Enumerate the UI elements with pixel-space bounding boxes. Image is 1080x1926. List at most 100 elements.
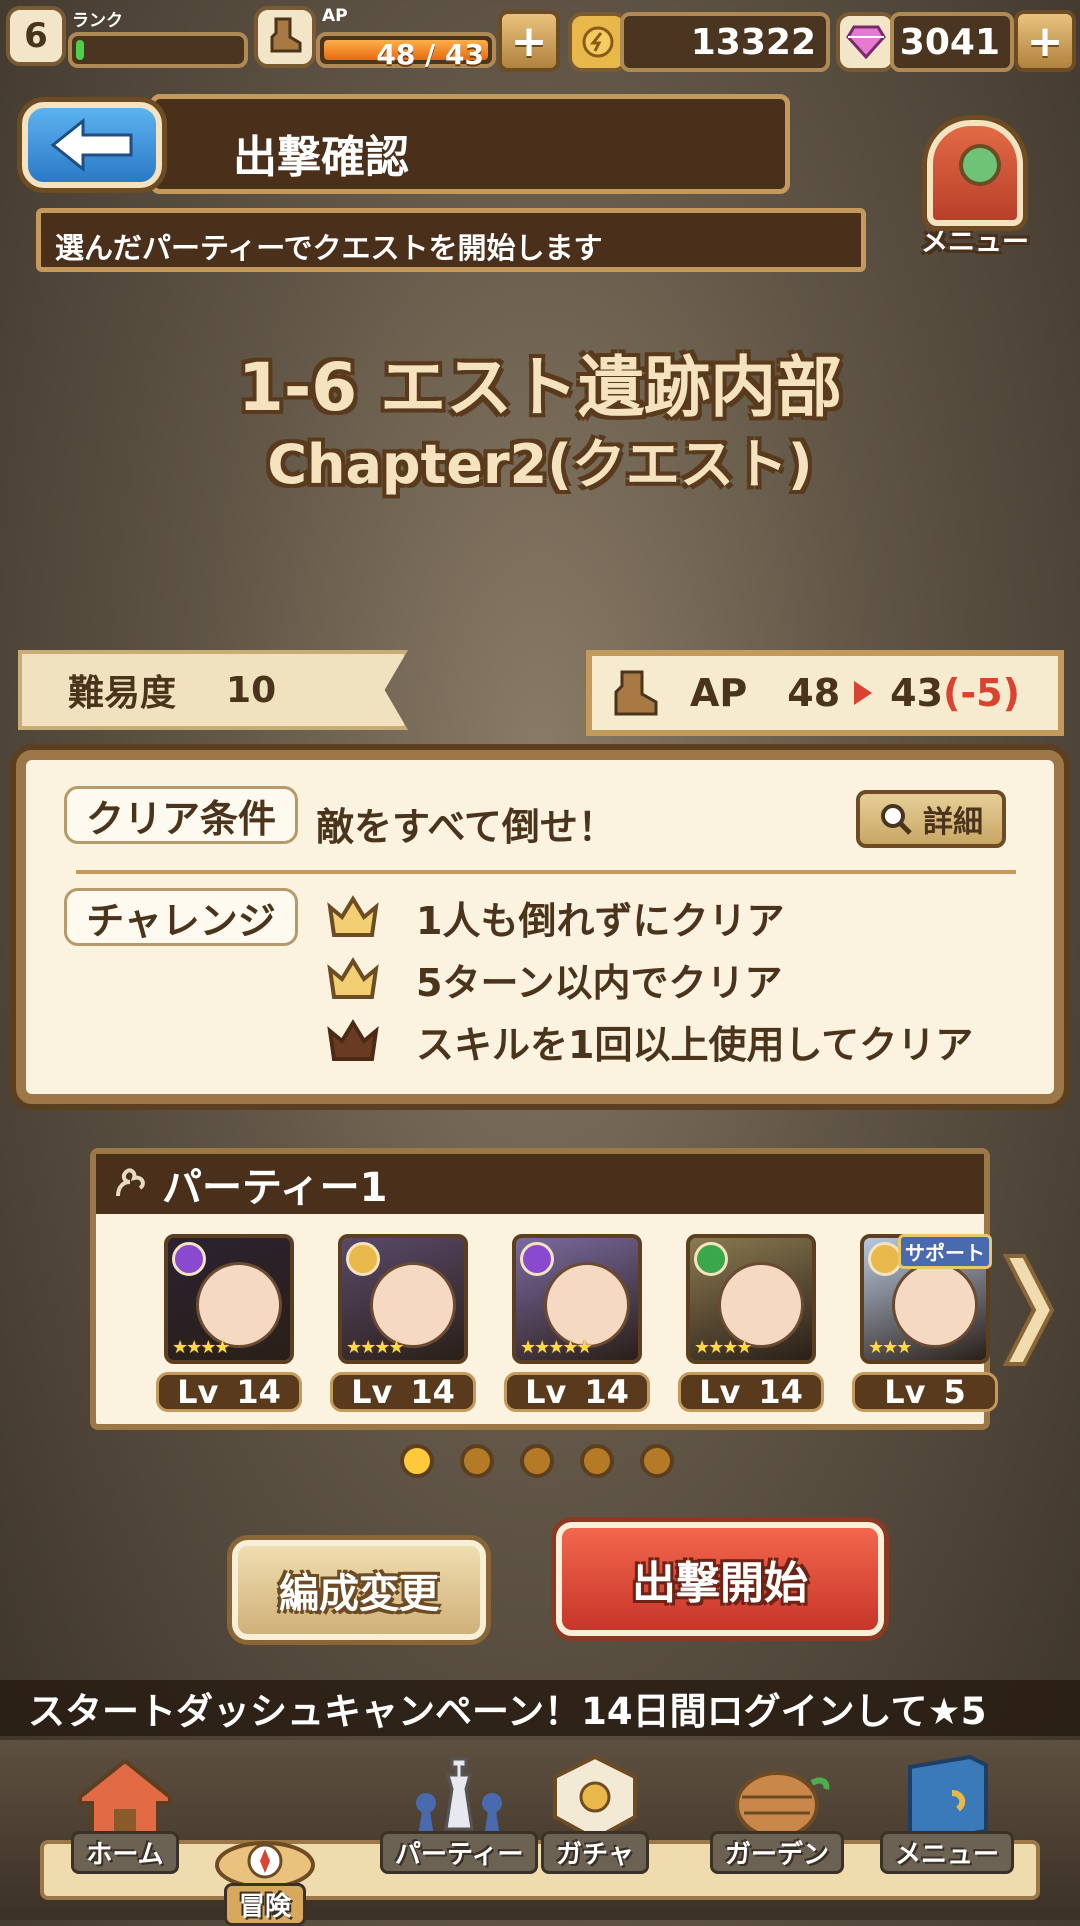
nav-item[interactable]: パーティー bbox=[380, 1753, 539, 1874]
start-sortie-button[interactable]: 出撃開始 bbox=[556, 1522, 884, 1636]
page-dot[interactable] bbox=[400, 1444, 434, 1478]
back-button[interactable] bbox=[22, 102, 162, 188]
rarity-stars: ★★★★★ bbox=[520, 1337, 593, 1358]
ap-cost-box: AP 48 43 (-5) bbox=[586, 650, 1064, 736]
difficulty-value: 10 bbox=[226, 669, 277, 711]
challenge-list: 1人も倒れずにクリア 5ターン以内でクリア スキルを1回以上使用してクリア bbox=[326, 886, 973, 1072]
nav-item[interactable]: 冒険 bbox=[210, 1805, 320, 1926]
party-member-slot[interactable]: ★★★★★ Lv 14 bbox=[504, 1234, 650, 1412]
level-label: Lv bbox=[177, 1373, 219, 1411]
character-portrait[interactable]: ★★★★ bbox=[164, 1234, 294, 1364]
party-member-slot[interactable]: ★★★★ Lv 14 bbox=[156, 1234, 302, 1412]
arrow-right-icon bbox=[854, 681, 873, 705]
nav-item[interactable]: ホーム bbox=[70, 1753, 180, 1874]
gold-value: 13322 bbox=[690, 21, 816, 63]
level-badge: Lv 5 bbox=[852, 1372, 998, 1412]
crown-icon-unachieved bbox=[327, 1019, 379, 1061]
rarity-stars: ★★★★ bbox=[694, 1337, 753, 1358]
page-dot[interactable] bbox=[640, 1444, 674, 1478]
character-face bbox=[544, 1262, 630, 1348]
nav-item[interactable]: ガチャ bbox=[540, 1753, 650, 1874]
character-portrait[interactable]: ★★★★★ bbox=[512, 1234, 642, 1364]
party-header: パーティー1 bbox=[96, 1154, 984, 1214]
door-icon bbox=[927, 120, 1023, 226]
character-face bbox=[370, 1262, 456, 1348]
gem-plus-button[interactable]: + bbox=[1014, 10, 1076, 72]
party-member-slot[interactable]: ★★★★ Lv 14 bbox=[678, 1234, 824, 1412]
level-label: Lv bbox=[525, 1373, 567, 1411]
party-name: パーティー1 bbox=[162, 1165, 388, 1211]
house-icon bbox=[78, 1758, 172, 1839]
page-dot[interactable] bbox=[460, 1444, 494, 1478]
challenge-item: 1人も倒れずにクリア bbox=[326, 886, 973, 948]
rank-value: 6 bbox=[24, 16, 48, 56]
level-label: Lv bbox=[699, 1373, 741, 1411]
detail-button[interactable]: 詳細 bbox=[856, 790, 1006, 848]
news-ticker[interactable]: スタートダッシュキャンペーン！14日間ログインして★5 bbox=[0, 1680, 1080, 1736]
attribute-icon bbox=[868, 1242, 902, 1276]
edit-party-label: 編成変更 bbox=[279, 1571, 439, 1617]
detail-button-label: 詳細 bbox=[923, 805, 983, 840]
difficulty-label: 難易度 bbox=[68, 673, 177, 714]
gold-counter: 13322 bbox=[620, 12, 830, 72]
level-badge: Lv 14 bbox=[504, 1372, 650, 1412]
party-icon bbox=[116, 1168, 145, 1197]
level-label: Lv bbox=[351, 1373, 393, 1411]
character-face bbox=[196, 1262, 282, 1348]
character-portrait[interactable]: ★★★★ bbox=[338, 1234, 468, 1364]
nav-item[interactable]: ガーデン bbox=[710, 1753, 845, 1874]
challenge-item: スキルを1回以上使用してクリア bbox=[326, 1010, 973, 1072]
dice-icon bbox=[553, 1754, 637, 1842]
page-title: 出撃確認 bbox=[233, 132, 409, 183]
party-member-slot[interactable]: ★★★★ Lv 14 bbox=[330, 1234, 476, 1412]
boot-icon bbox=[614, 670, 658, 716]
page-dot[interactable] bbox=[520, 1444, 554, 1478]
level-value: 14 bbox=[410, 1373, 455, 1411]
level-value: 14 bbox=[236, 1373, 281, 1411]
challenge-tag: チャレンジ bbox=[64, 888, 298, 946]
support-badge: サポート bbox=[898, 1234, 992, 1269]
clear-condition-tag: クリア条件 bbox=[64, 786, 298, 844]
nav-label: ホーム bbox=[71, 1831, 179, 1874]
rank-gauge bbox=[68, 32, 248, 68]
character-face bbox=[892, 1262, 978, 1348]
ap-plus-button[interactable]: + bbox=[498, 10, 560, 72]
garden-icon bbox=[735, 1771, 830, 1839]
level-badge: Lv 14 bbox=[330, 1372, 476, 1412]
nav-items: ホーム 冒険 パーティー ガチャ ガーデン メニュー bbox=[0, 1745, 1080, 1926]
adventure-menu-button[interactable]: 冒険 メニュー bbox=[910, 120, 1040, 258]
chess-icon bbox=[416, 1757, 503, 1837]
gem-counter: 3041 bbox=[890, 12, 1014, 72]
nav-item[interactable]: メニュー bbox=[880, 1753, 1015, 1874]
party-panel[interactable]: パーティー1 ★★★★ Lv 14 ★★★★ Lv 14 ★★★★★ Lv 14 ★★★★ Lv 14… bbox=[90, 1148, 998, 1430]
book-icon bbox=[908, 1754, 988, 1843]
magnifier-icon bbox=[881, 804, 912, 835]
level-value: 5 bbox=[943, 1373, 966, 1411]
clear-condition-text: 敵をすべて倒せ！ bbox=[316, 805, 616, 849]
rarity-stars: ★★★★ bbox=[346, 1337, 405, 1358]
ap-icon bbox=[254, 6, 316, 68]
party-member-slot[interactable]: ★★★ サポート Lv 5 bbox=[852, 1234, 998, 1412]
ap-gauge: 48 / 43 bbox=[316, 32, 496, 71]
start-sortie-label: 出撃開始 bbox=[632, 1558, 808, 1609]
party-page-indicator bbox=[400, 1444, 674, 1478]
party-next-arrow-icon[interactable] bbox=[998, 1250, 1058, 1374]
ticker-text: スタートダッシュキャンペーン！14日間ログインして★5 bbox=[28, 1690, 987, 1733]
edit-party-button[interactable]: 編成変更 bbox=[232, 1540, 486, 1640]
character-portrait[interactable]: ★★★ サポート bbox=[860, 1234, 992, 1364]
rank-badge: 6 bbox=[6, 6, 66, 66]
rarity-stars: ★★★ bbox=[868, 1337, 912, 1358]
nav-label: ガチャ bbox=[541, 1831, 649, 1874]
ap-cost-to: 43 bbox=[890, 671, 944, 715]
stage-title: 1-6 エスト遺跡内部 bbox=[237, 349, 843, 426]
challenge-text: 5ターン以内でクリア bbox=[416, 960, 783, 1005]
challenge-item: 5ターン以内でクリア bbox=[326, 948, 973, 1010]
crown-icon-achieved bbox=[327, 957, 379, 999]
attribute-icon bbox=[520, 1242, 554, 1276]
attribute-icon bbox=[694, 1242, 728, 1276]
page-dot[interactable] bbox=[580, 1444, 614, 1478]
level-value: 14 bbox=[584, 1373, 629, 1411]
difficulty-scroll: 難易度 10 bbox=[18, 650, 408, 730]
character-portrait[interactable]: ★★★★ bbox=[686, 1234, 816, 1364]
ap-cost-diff: (-5) bbox=[943, 671, 1020, 715]
